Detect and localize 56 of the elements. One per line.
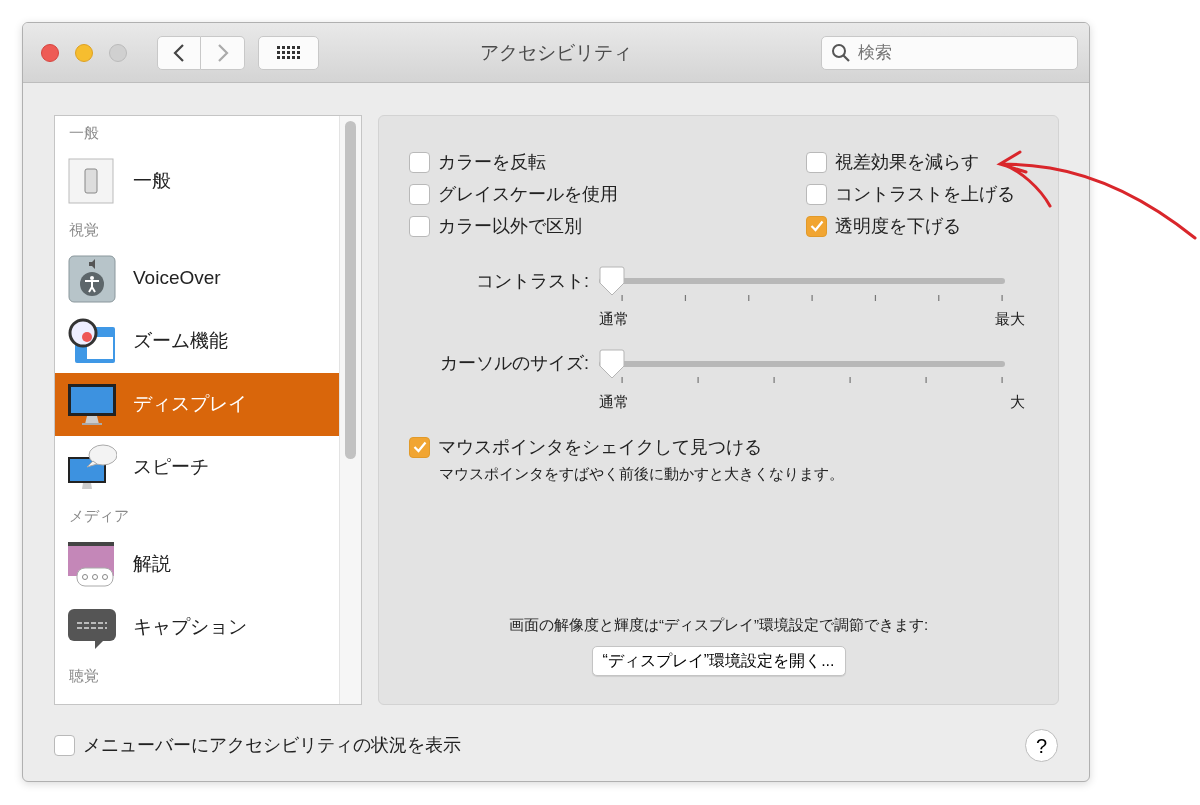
search-icon [831, 42, 851, 63]
slider-thumb[interactable] [599, 348, 625, 379]
checkbox[interactable] [54, 735, 75, 756]
window-title: アクセシビリティ [480, 42, 632, 63]
checkbox-label[interactable]: 視差効果を減らす [835, 148, 979, 176]
close-button[interactable] [41, 43, 59, 62]
section-header: 聴覚 [68, 666, 100, 686]
description-text: マウスポインタをすばやく前後に動かすと大きくなります。 [439, 464, 845, 484]
switch-icon [67, 156, 117, 207]
help-button[interactable]: ? [1025, 729, 1058, 762]
sidebar-item[interactable]: VoiceOver [55, 247, 339, 310]
checkbox[interactable] [806, 183, 827, 205]
chevron-left-icon [173, 42, 185, 63]
slider-max-label: 大 [1010, 391, 1025, 412]
checkbox[interactable] [806, 151, 827, 173]
checked-checkbox[interactable] [409, 436, 430, 458]
section-header: メディア [68, 506, 130, 526]
checkbox-label[interactable]: メニューバーにアクセシビリティの状況を表示 [83, 732, 461, 759]
sidebar-item[interactable]: スピーチ [55, 436, 339, 499]
search-field[interactable]: 検索 [821, 35, 1078, 70]
checkbox-label[interactable]: カラー以外で区別 [438, 212, 582, 240]
sidebar-item[interactable]: ズーム機能 [55, 310, 339, 373]
checkbox-label[interactable]: コントラストを上げる [835, 180, 1015, 208]
back-button[interactable] [157, 35, 201, 70]
screen-chat-icon [67, 539, 117, 590]
section-header: 視覚 [68, 220, 100, 240]
checkbox-label[interactable]: マウスポインタをシェイクして見つける [438, 433, 762, 461]
checkbox-label[interactable]: グレイスケールを使用 [438, 180, 618, 208]
slider-min-label: 通常 [599, 391, 629, 412]
grid-icon [276, 45, 301, 60]
checkbox-label[interactable]: カラーを反転 [438, 148, 546, 176]
minimize-button[interactable] [75, 43, 93, 62]
scrollbar-thumb[interactable] [345, 121, 356, 459]
open-display-preferences-button[interactable]: “ディスプレイ”環境設定を開く... [591, 646, 846, 676]
section-header: 一般 [68, 123, 100, 143]
sidebar-item[interactable]: 解説 [55, 533, 339, 596]
accessibility-figure-icon [67, 253, 117, 304]
checked-checkbox[interactable] [806, 215, 827, 237]
chevron-right-icon [216, 42, 229, 63]
slider-label: カーソルのサイズ: [439, 352, 590, 375]
checkbox[interactable] [409, 151, 430, 173]
zoom-button[interactable] [109, 43, 127, 62]
slider-label: コントラスト: [475, 269, 590, 293]
sidebar-item[interactable]: 一般 [55, 150, 339, 213]
checkbox-label[interactable]: 透明度を下げる [835, 212, 961, 240]
slider[interactable] [599, 266, 1005, 296]
sidebar-item[interactable]: キャプション [55, 596, 339, 659]
show-all-button[interactable] [258, 35, 319, 70]
checkbox[interactable] [409, 183, 430, 205]
checkbox[interactable] [409, 215, 430, 237]
note-text: 画面の解像度と輝度は“ディスプレイ”環境設定で調節できます: [508, 614, 929, 635]
slider-thumb[interactable] [599, 266, 625, 296]
slider-min-label: 通常 [599, 309, 629, 329]
sidebar-item[interactable]: ディスプレイ [55, 373, 339, 436]
slider[interactable] [599, 348, 1005, 379]
slider-max-label: 最大 [995, 309, 1025, 329]
